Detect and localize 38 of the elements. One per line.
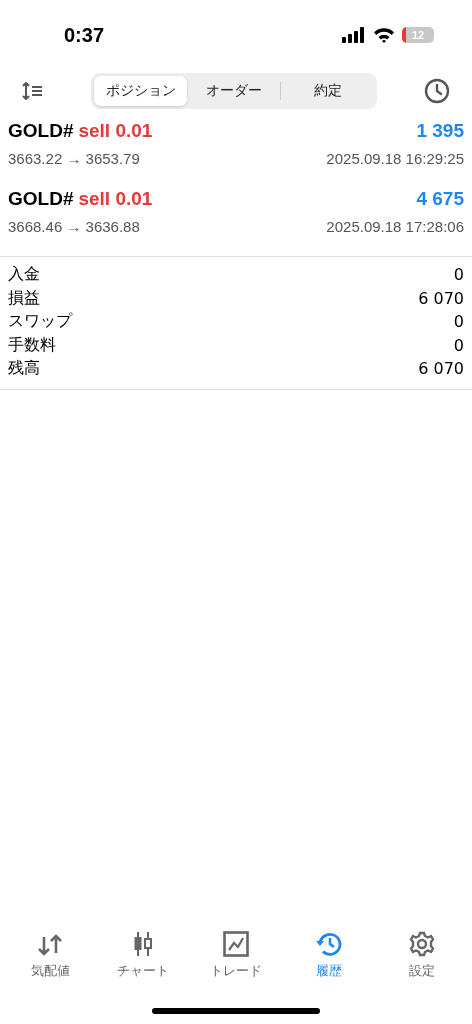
wifi-icon — [373, 27, 395, 43]
summary-label: 手数料 — [8, 334, 56, 356]
profit-value: 1 395 — [416, 120, 464, 142]
summary-label: 残高 — [8, 358, 40, 380]
symbol-label: GOLD# — [8, 120, 74, 142]
price-range: 3663.22 → 3653.79 — [8, 150, 140, 167]
nav-item[interactable]: 設定 — [379, 924, 464, 980]
summary-value: 6 070 — [418, 359, 464, 379]
settings-icon — [408, 931, 435, 957]
clock-icon[interactable] — [424, 78, 450, 104]
history-icon — [314, 931, 343, 957]
nav-item[interactable]: トレード — [194, 924, 278, 980]
order-type-label: sell 0.01 — [78, 188, 153, 210]
tab[interactable]: オーダー — [187, 76, 280, 106]
tab[interactable]: 約定 — [281, 76, 374, 106]
status-time: 0:37 — [64, 23, 105, 47]
summary-value: 0 — [453, 312, 464, 332]
trade-time: 2025.09.18 17:28:06 — [326, 218, 464, 235]
nav-item[interactable]: 履歴 — [286, 924, 371, 980]
summary-label: 損益 — [8, 287, 40, 309]
summary-value: 0 — [453, 265, 464, 285]
order-type-label: sell 0.01 — [78, 120, 153, 142]
summary-value: 0 — [453, 335, 464, 355]
arrows-icon — [37, 933, 64, 957]
nav-item[interactable]: 気配値 — [8, 924, 93, 980]
summary-value: 6 070 — [418, 288, 464, 308]
signal-icon — [342, 27, 366, 43]
tab[interactable]: ポジション — [94, 76, 187, 106]
line-chart-icon — [223, 931, 249, 957]
price-range: 3668.46 → 3636.88 — [8, 218, 140, 235]
symbol-label: GOLD# — [8, 188, 74, 210]
trade-time: 2025.09.18 16:29:25 — [326, 150, 464, 167]
nav-item[interactable]: チャート — [101, 924, 186, 980]
summary-label: 入金 — [8, 264, 40, 286]
summary-label: スワップ — [8, 311, 72, 333]
candlestick-icon — [132, 931, 155, 957]
sort-icon[interactable] — [22, 82, 44, 100]
profit-value: 4 675 — [416, 188, 464, 210]
